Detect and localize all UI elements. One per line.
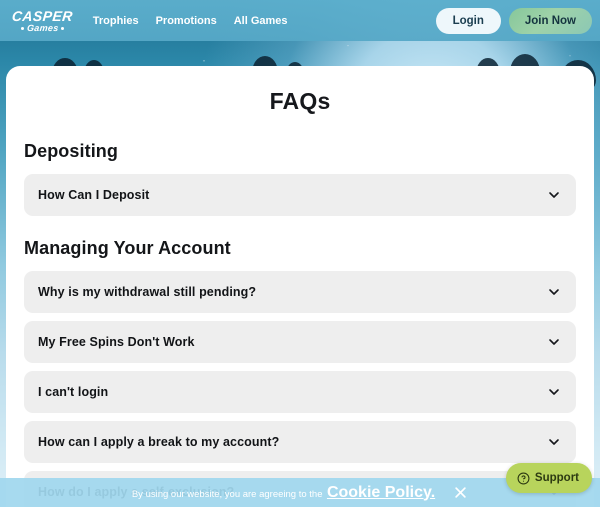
faq-item-label: How can I apply a break to my account? — [38, 435, 280, 449]
logo-wordmark-top: CASPER — [11, 7, 74, 24]
faq-section-depositing: Depositing How Can I Deposit — [24, 141, 576, 216]
join-now-button[interactable]: Join Now — [508, 7, 592, 34]
chevron-down-icon[interactable] — [546, 334, 562, 350]
cookie-message: By using our website, you are agreeing t… — [132, 484, 435, 502]
support-button[interactable]: Support — [505, 463, 592, 493]
section-heading: Managing Your Account — [24, 238, 231, 258]
bullet-dot-icon — [20, 26, 24, 30]
login-button[interactable]: Login — [435, 7, 501, 34]
nav-item-promotions[interactable]: Promotions — [156, 15, 217, 27]
faq-item-how-can-i-deposit[interactable]: How Can I Deposit — [24, 174, 576, 216]
close-icon[interactable] — [453, 485, 468, 500]
logo-wordmark-bottom: Games — [26, 22, 59, 33]
faq-item-label: I can't login — [38, 385, 109, 399]
faq-item-apply-break[interactable]: How can I apply a break to my account? — [24, 421, 576, 463]
faq-card: FAQs Depositing How Can I Deposit Managi… — [6, 66, 594, 507]
faq-item-label: How Can I Deposit — [38, 188, 150, 202]
section-heading: Depositing — [24, 141, 118, 161]
chevron-down-icon[interactable] — [546, 384, 562, 400]
faq-section-managing-your-account: Managing Your Account Why is my withdraw… — [24, 238, 576, 507]
faq-item-free-spins-dont-work[interactable]: My Free Spins Don't Work — [24, 321, 576, 363]
logo-wordmark-bottom-group: Games — [20, 22, 65, 33]
main-navigation: Trophies Promotions All Games — [93, 15, 288, 27]
nav-item-all-games[interactable]: All Games — [234, 15, 288, 27]
site-header: CASPER Games Trophies Promotions All Gam… — [0, 0, 600, 41]
faq-item-label: My Free Spins Don't Work — [38, 335, 195, 349]
site-logo[interactable]: CASPER Games — [8, 7, 77, 35]
chevron-down-icon[interactable] — [546, 284, 562, 300]
faq-item-cant-login[interactable]: I can't login — [24, 371, 576, 413]
faq-item-label: Why is my withdrawal still pending? — [38, 285, 257, 299]
cookie-text: By using our website, you are agreeing t… — [131, 488, 323, 500]
chevron-down-icon[interactable] — [546, 187, 562, 203]
header-actions: Login Join Now — [435, 7, 592, 34]
nav-item-trophies[interactable]: Trophies — [93, 15, 139, 27]
faq-item-withdrawal-pending[interactable]: Why is my withdrawal still pending? — [24, 271, 576, 313]
cookie-policy-link[interactable]: Cookie Policy. — [327, 484, 435, 501]
chevron-down-icon[interactable] — [546, 434, 562, 450]
bullet-dot-icon — [61, 26, 65, 30]
question-circle-icon — [517, 472, 530, 484]
page-title: FAQs — [269, 88, 331, 114]
support-label: Support — [534, 472, 579, 484]
